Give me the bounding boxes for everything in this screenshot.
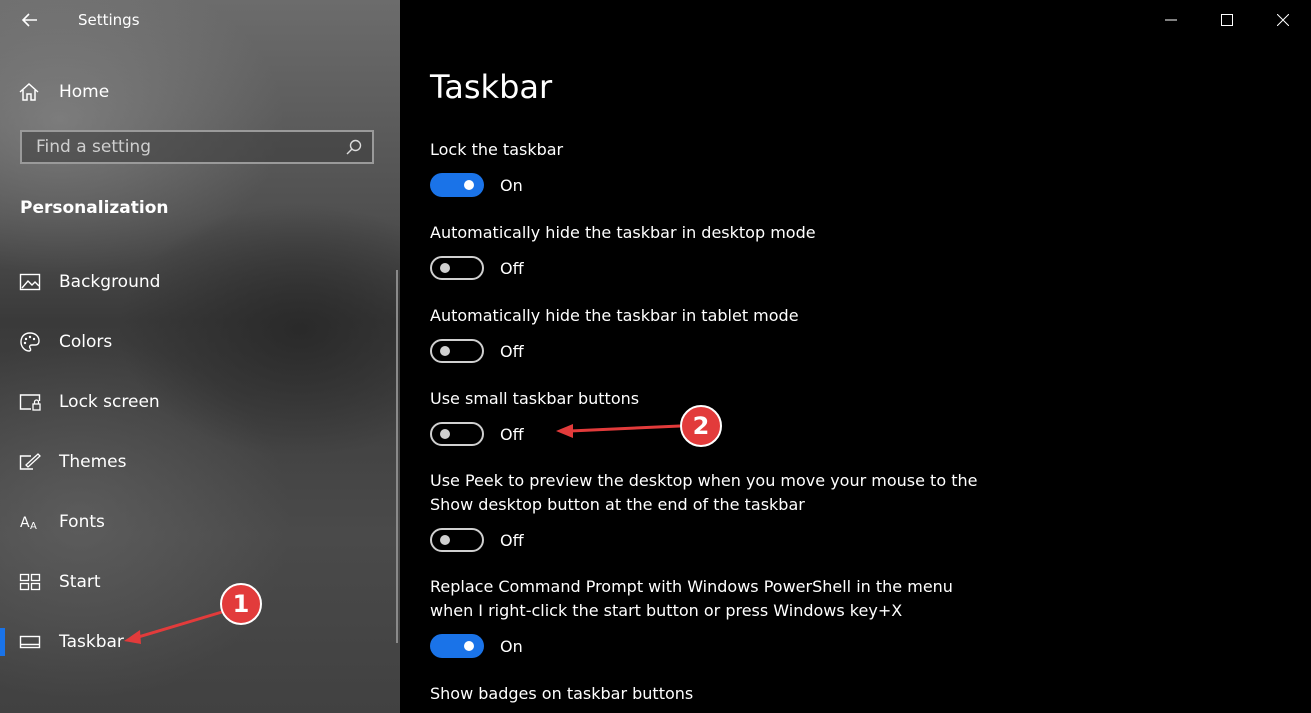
window-controls	[1143, 0, 1311, 40]
palette-icon	[19, 331, 41, 353]
peek-toggle[interactable]	[430, 528, 484, 552]
taskbar-icon	[19, 631, 41, 653]
sidebar-item-label: Start	[59, 572, 101, 592]
toggle-knob	[440, 429, 450, 439]
sidebar-scrollbar[interactable]	[396, 270, 398, 643]
setting-label: Automatically hide the taskbar in deskto…	[430, 223, 816, 242]
setting-badges: Show badges on taskbar buttons	[430, 682, 990, 706]
app-title: Settings	[78, 11, 140, 29]
sidebar-item-taskbar[interactable]: Taskbar	[0, 622, 395, 662]
sidebar-item-label: Colors	[59, 332, 113, 352]
sidebar-item-themes[interactable]: Themes	[0, 442, 395, 482]
setting-peek: Use Peek to preview the desktop when you…	[430, 469, 990, 552]
content-pane: Taskbar Lock the taskbar On Automaticall…	[400, 0, 1311, 713]
setting-label: Lock the taskbar	[430, 140, 564, 159]
page-title: Taskbar	[430, 68, 553, 106]
sidebar-item-background[interactable]: Background	[0, 262, 395, 302]
lock-taskbar-toggle[interactable]	[430, 173, 484, 197]
toggle-state: Off	[500, 258, 524, 278]
setting-label: Use Peek to preview the desktop when you…	[430, 471, 978, 514]
sidebar-item-label: Lock screen	[59, 392, 160, 412]
minimize-button[interactable]	[1143, 0, 1199, 40]
toggle-knob	[440, 535, 450, 545]
toggle-knob	[464, 180, 474, 190]
fonts-icon: AA	[19, 511, 41, 533]
home-icon	[19, 82, 39, 101]
minimize-icon	[1165, 19, 1177, 21]
svg-text:A: A	[20, 515, 30, 531]
maximize-icon	[1221, 14, 1233, 26]
sidebar: Settings Home Personalization Background…	[0, 0, 400, 713]
sidebar-item-label: Fonts	[59, 512, 105, 532]
setting-label: Show badges on taskbar buttons	[430, 684, 694, 703]
start-icon	[19, 571, 41, 593]
small-buttons-toggle[interactable]	[430, 422, 484, 446]
toggle-knob	[440, 263, 450, 273]
search-box[interactable]	[20, 130, 374, 164]
toggle-state: On	[500, 636, 523, 656]
section-heading: Personalization	[20, 198, 169, 218]
background-icon	[19, 271, 41, 293]
sidebar-item-label: Themes	[59, 452, 127, 472]
sidebar-item-fonts[interactable]: AA Fonts	[0, 502, 395, 542]
home-label: Home	[59, 82, 110, 102]
search-input[interactable]	[22, 136, 344, 158]
toggle-state: On	[500, 175, 523, 195]
powershell-toggle[interactable]	[430, 634, 484, 658]
toggle-knob	[464, 641, 474, 651]
setting-label: Replace Command Prompt with Windows Powe…	[430, 577, 953, 620]
sidebar-item-home[interactable]: Home	[18, 78, 109, 106]
close-icon	[1277, 14, 1289, 26]
toggle-knob	[440, 346, 450, 356]
setting-autohide-tablet: Automatically hide the taskbar in tablet…	[430, 304, 990, 363]
sidebar-item-lock-screen[interactable]: Lock screen	[0, 382, 395, 422]
lock-screen-icon	[19, 391, 41, 413]
autohide-tablet-toggle[interactable]	[430, 339, 484, 363]
toggle-state: Off	[500, 530, 524, 550]
search-icon	[346, 139, 362, 155]
annotation-badge-2: 2	[680, 405, 722, 447]
toggle-state: Off	[500, 341, 524, 361]
setting-lock-taskbar: Lock the taskbar On	[430, 138, 990, 197]
back-button[interactable]	[18, 8, 42, 32]
sidebar-item-colors[interactable]: Colors	[0, 322, 395, 362]
autohide-desktop-toggle[interactable]	[430, 256, 484, 280]
maximize-button[interactable]	[1199, 0, 1255, 40]
themes-icon	[19, 451, 41, 473]
setting-powershell: Replace Command Prompt with Windows Powe…	[430, 575, 990, 658]
sidebar-item-start[interactable]: Start	[0, 562, 395, 602]
annotation-badge-1: 1	[220, 583, 262, 625]
svg-text:A: A	[30, 521, 37, 532]
sidebar-item-label: Taskbar	[59, 632, 124, 652]
setting-label: Automatically hide the taskbar in tablet…	[430, 306, 799, 325]
setting-autohide-desktop: Automatically hide the taskbar in deskto…	[430, 221, 990, 280]
back-arrow-icon	[21, 13, 37, 27]
sidebar-item-label: Background	[59, 272, 161, 292]
close-button[interactable]	[1255, 0, 1311, 40]
toggle-state: Off	[500, 424, 524, 444]
